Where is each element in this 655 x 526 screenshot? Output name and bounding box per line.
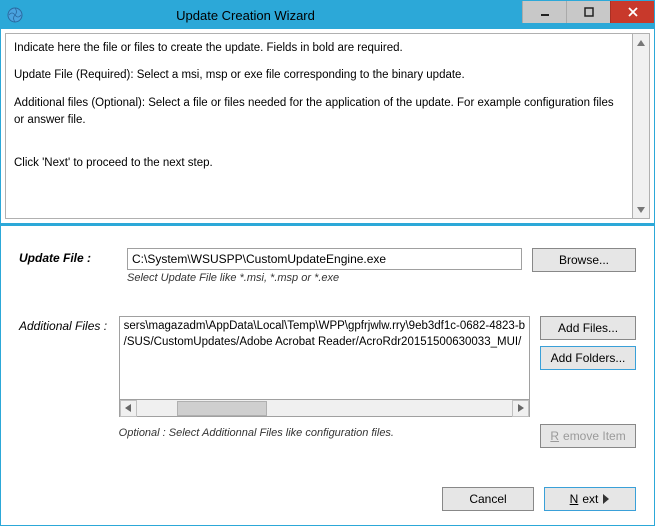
maximize-icon: [584, 7, 594, 17]
minimize-icon: [540, 7, 550, 17]
update-file-hint: Select Update File like *.msi, *.msp or …: [127, 272, 522, 284]
info-scrollbar[interactable]: [633, 33, 650, 219]
additional-files-row: Additional Files : sers\magazadm\AppData…: [19, 316, 636, 448]
titlebar: Update Creation Wizard: [1, 1, 654, 29]
info-text: Additional files (Optional): Select a fi…: [14, 95, 624, 130]
chevron-right-icon: [602, 494, 610, 504]
footer-buttons: Cancel Next: [1, 479, 654, 525]
list-item[interactable]: /SUS/CustomUpdates/Adobe Acrobat Reader/…: [124, 335, 525, 351]
additional-files-label: Additional Files :: [19, 316, 119, 333]
wizard-window: Update Creation Wizard Indicate here the…: [0, 0, 655, 526]
close-button[interactable]: [610, 1, 654, 23]
update-file-input[interactable]: [127, 248, 522, 270]
info-section: Indicate here the file or files to creat…: [1, 29, 654, 226]
scroll-left-icon[interactable]: [120, 400, 137, 417]
additional-files-list[interactable]: sers\magazadm\AppData\Local\Temp\WPP\gpf…: [119, 316, 530, 400]
close-icon: [628, 7, 638, 17]
scroll-track[interactable]: [633, 51, 649, 201]
window-controls: [522, 1, 654, 29]
app-icon: [7, 7, 23, 23]
next-label-letter: N: [570, 492, 579, 506]
remove-item-button[interactable]: Remove Item: [540, 424, 636, 448]
next-button[interactable]: Next: [544, 487, 636, 511]
window-title: Update Creation Wizard: [29, 8, 522, 23]
horizontal-scrollbar[interactable]: [119, 400, 530, 417]
scroll-up-icon[interactable]: [633, 34, 649, 51]
info-text: Indicate here the file or files to creat…: [14, 40, 624, 57]
scroll-down-icon[interactable]: [633, 201, 649, 218]
form-area: Update File : Select Update File like *.…: [1, 226, 654, 479]
maximize-button[interactable]: [566, 1, 610, 23]
list-item[interactable]: sers\magazadm\AppData\Local\Temp\WPP\gpf…: [124, 319, 525, 335]
info-pane: Indicate here the file or files to creat…: [5, 33, 633, 219]
info-text: Update File (Required): Select a msi, ms…: [14, 67, 624, 84]
minimize-button[interactable]: [522, 1, 566, 23]
update-file-label: Update File :: [19, 248, 127, 265]
update-file-row: Update File : Select Update File like *.…: [19, 248, 636, 284]
browse-button[interactable]: Browse...: [532, 248, 636, 272]
scroll-thumb[interactable]: [177, 401, 267, 416]
scroll-right-icon[interactable]: [512, 400, 529, 417]
add-files-button[interactable]: Add Files...: [540, 316, 636, 340]
next-label-rest: ext: [582, 492, 598, 506]
add-folders-button[interactable]: Add Folders...: [540, 346, 636, 370]
additional-files-hint: Optional : Select Additionnal Files like…: [119, 427, 530, 439]
cancel-button[interactable]: Cancel: [442, 487, 534, 511]
info-text: Click 'Next' to proceed to the next step…: [14, 155, 624, 172]
